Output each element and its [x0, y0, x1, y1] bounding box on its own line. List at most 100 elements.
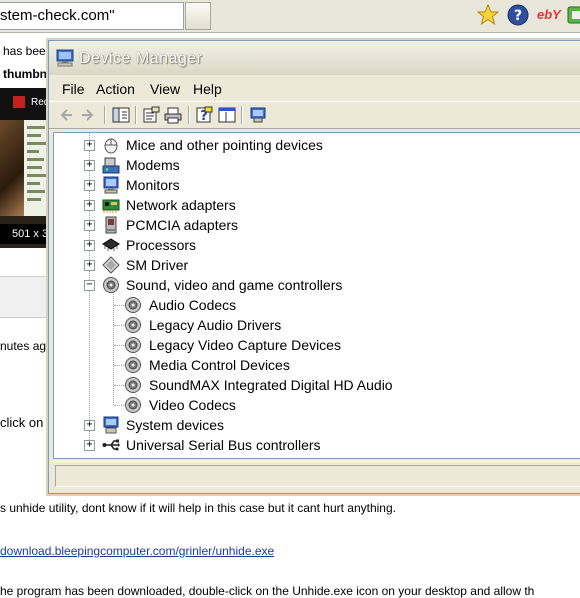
tree-item-pcmcia[interactable]: + PCMCIA adapters — [54, 215, 554, 235]
tree-item-system-devices[interactable]: + System devices — [54, 415, 554, 435]
tree-item-modems[interactable]: + Modems — [54, 155, 554, 175]
tree-item-sm-driver[interactable]: + SM Driver — [54, 255, 554, 275]
tree-item-label: Legacy Video Capture Devices — [149, 337, 341, 353]
tree-item-label: Video Codecs — [149, 397, 236, 413]
tree-item-usb-controllers[interactable]: + Universal Serial Bus controllers — [54, 435, 554, 455]
expand-button[interactable]: + — [84, 240, 95, 251]
console-tree-icon[interactable] — [112, 106, 130, 124]
post-paragraph: s unhide utility, dont know if it will h… — [0, 501, 396, 515]
expand-button[interactable]: + — [84, 160, 95, 171]
expand-button[interactable]: + — [84, 140, 95, 151]
speaker-icon — [125, 337, 141, 353]
title-bar[interactable]: Device Manager — [49, 41, 580, 75]
download-link[interactable]: download.bleepingcomputer.com/grinler/un… — [0, 544, 274, 558]
status-panel — [55, 465, 580, 487]
expand-button[interactable]: + — [84, 420, 95, 431]
add-on-icon[interactable] — [566, 4, 580, 26]
thumbnail-photo — [0, 120, 24, 216]
scan-hardware-icon[interactable] — [249, 106, 267, 124]
tree-item-label: Monitors — [126, 177, 180, 193]
pcmcia-icon — [105, 216, 117, 234]
go-button[interactable] — [185, 2, 211, 30]
expand-button[interactable]: + — [84, 200, 95, 211]
tree-child-legacy-video-capture[interactable]: Legacy Video Capture Devices — [54, 335, 554, 355]
tree-item-label: Modems — [126, 157, 180, 173]
usb-icon — [102, 439, 120, 451]
address-bar[interactable]: stem-check.com" — [0, 2, 184, 30]
thumbnail-pane — [24, 120, 50, 216]
computer-icon — [56, 49, 74, 67]
speaker-icon — [125, 317, 141, 333]
address-text: stem-check.com" — [0, 7, 115, 24]
help-icon[interactable]: ? — [195, 106, 213, 124]
tree-item-label: Processors — [126, 237, 197, 253]
toolbar: ? — [49, 101, 580, 129]
help-icon[interactable]: ? — [507, 4, 529, 26]
tree-item-label: SoundMAX Integrated Digital HD Audio — [149, 377, 393, 393]
tree-item-network-adapters[interactable]: + Network adapters — [54, 195, 554, 215]
post-timestamp: nutes ago — [0, 339, 53, 353]
page-divider — [0, 276, 50, 318]
tree-item-label: Network adapters — [126, 197, 236, 213]
processor-icon — [102, 238, 120, 251]
collapse-button[interactable]: − — [84, 280, 95, 291]
tree-item-label: Mice and other pointing devices — [126, 137, 323, 153]
browser-toolbar: stem-check.com" ? ebY — [0, 0, 580, 33]
properties-icon[interactable] — [142, 106, 160, 124]
expand-button[interactable]: + — [84, 440, 95, 451]
thumbnail-label: Red — [31, 97, 50, 108]
thumbnail-red-icon — [13, 96, 25, 108]
print-icon[interactable] — [164, 106, 182, 124]
tree-item-label: Media Control Devices — [149, 357, 290, 373]
show-hide-icon[interactable] — [218, 106, 236, 124]
tree-child-soundmax[interactable]: SoundMAX Integrated Digital HD Audio — [54, 375, 554, 395]
tree-child-media-control[interactable]: Media Control Devices — [54, 355, 554, 375]
expand-button[interactable]: + — [84, 260, 95, 271]
menu-bar: File Action View Help — [49, 78, 580, 100]
thumbnail-image[interactable]: Red 501 x 36 — [0, 88, 50, 248]
tree-child-video-codecs[interactable]: Video Codecs — [54, 395, 554, 415]
device-manager-window: Device Manager File Action View Help ? +… — [48, 40, 580, 494]
tree-item-monitors[interactable]: + Monitors — [54, 175, 554, 195]
mouse-icon — [104, 138, 118, 154]
modem-icon — [102, 157, 120, 174]
post-paragraph: he program has been downloaded, double-c… — [0, 584, 535, 598]
menu-file[interactable]: File — [58, 79, 89, 99]
speaker-icon — [125, 377, 141, 393]
driver-icon — [102, 256, 120, 274]
tree-child-legacy-audio-drivers[interactable]: Legacy Audio Drivers — [54, 315, 554, 335]
menu-action[interactable]: Action — [92, 79, 139, 99]
tree-item-label: Sound, video and game controllers — [126, 277, 343, 293]
tree-item-label: Legacy Audio Drivers — [149, 317, 282, 333]
network-adapter-icon — [102, 199, 120, 213]
menu-view[interactable]: View — [146, 79, 184, 99]
speaker-icon — [103, 277, 119, 293]
system-icon — [103, 416, 119, 434]
back-icon[interactable] — [57, 106, 75, 124]
expand-button[interactable]: + — [84, 220, 95, 231]
device-tree[interactable]: + Mice and other pointing devices + Mode… — [53, 132, 580, 459]
tree-item-label: SM Driver — [126, 257, 189, 273]
svg-text:?: ? — [514, 8, 522, 24]
star-icon[interactable] — [477, 4, 499, 26]
speaker-icon — [125, 397, 141, 413]
tree-child-audio-codecs[interactable]: Audio Codecs — [54, 295, 554, 315]
tree-item-processors[interactable]: + Processors — [54, 235, 554, 255]
speaker-icon — [125, 357, 141, 373]
expand-button[interactable]: + — [84, 180, 95, 191]
tree-item-mice[interactable]: + Mice and other pointing devices — [54, 135, 554, 155]
menu-help[interactable]: Help — [189, 79, 226, 99]
page-snippet: click on — [0, 415, 44, 430]
forward-icon[interactable] — [79, 106, 97, 124]
status-bar — [53, 461, 580, 488]
speaker-icon — [125, 297, 141, 313]
ebay-icon[interactable]: ebY — [537, 5, 563, 25]
thumbnail-header: Red — [0, 88, 50, 120]
thumbnail-caption: 501 x 36 — [0, 224, 50, 244]
tree-item-label: Audio Codecs — [149, 297, 237, 313]
tree-item-label: System devices — [126, 417, 225, 433]
monitor-icon — [103, 176, 119, 194]
tree-item-sound-video-game[interactable]: − Sound, video and game controllers — [54, 275, 554, 295]
tree-item-label: Universal Serial Bus controllers — [126, 437, 321, 453]
tree-item-label: PCMCIA adapters — [126, 217, 239, 233]
